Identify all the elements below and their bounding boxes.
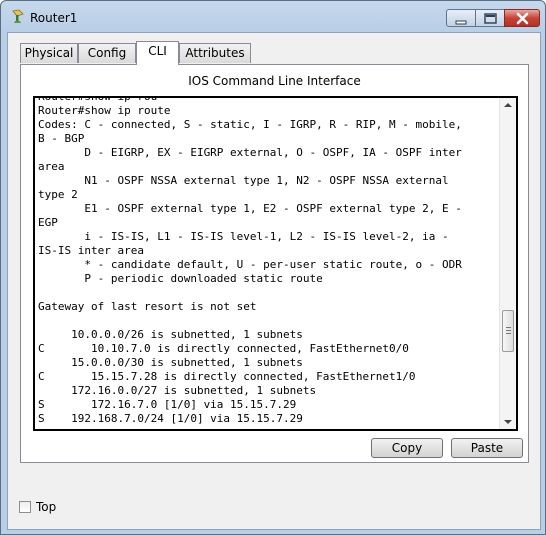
vertical-scrollbar[interactable]	[499, 98, 516, 429]
cli-tab-panel: IOS Command Line Interface Router#show i…	[20, 64, 529, 463]
close-button[interactable]	[504, 9, 540, 27]
scrollbar-thumb[interactable]	[502, 310, 514, 352]
cli-output[interactable]: Router#show ip rou Router#show ip route …	[38, 98, 488, 426]
panel-title: IOS Command Line Interface	[188, 74, 361, 88]
tab-physical[interactable]: Physical	[20, 43, 78, 63]
top-checkbox-label: Top	[36, 500, 57, 514]
maximize-button[interactable]	[475, 9, 505, 27]
tab-attributes[interactable]: Attributes	[179, 43, 251, 63]
title-bar[interactable]: Router1	[1, 1, 545, 33]
maximize-icon	[484, 13, 497, 24]
tab-cli[interactable]: CLI	[136, 41, 179, 65]
minimize-button[interactable]	[446, 9, 476, 27]
window-content: Physical Config CLI Attributes IOS Comma…	[7, 32, 541, 530]
router-icon	[10, 9, 26, 25]
router-window: Router1 Physical Config CLI Attributes I…	[0, 0, 546, 535]
top-checkbox[interactable]	[19, 501, 31, 513]
window-title: Router1	[30, 11, 78, 25]
cli-terminal[interactable]: Router#show ip rou Router#show ip route …	[33, 96, 518, 431]
minimize-icon	[455, 20, 467, 25]
copy-button[interactable]: Copy	[371, 438, 443, 458]
scroll-down-icon[interactable]	[504, 420, 512, 424]
paste-button[interactable]: Paste	[451, 438, 523, 458]
tab-config[interactable]: Config	[78, 43, 136, 63]
scroll-up-icon[interactable]	[504, 103, 512, 107]
close-icon	[516, 12, 529, 25]
